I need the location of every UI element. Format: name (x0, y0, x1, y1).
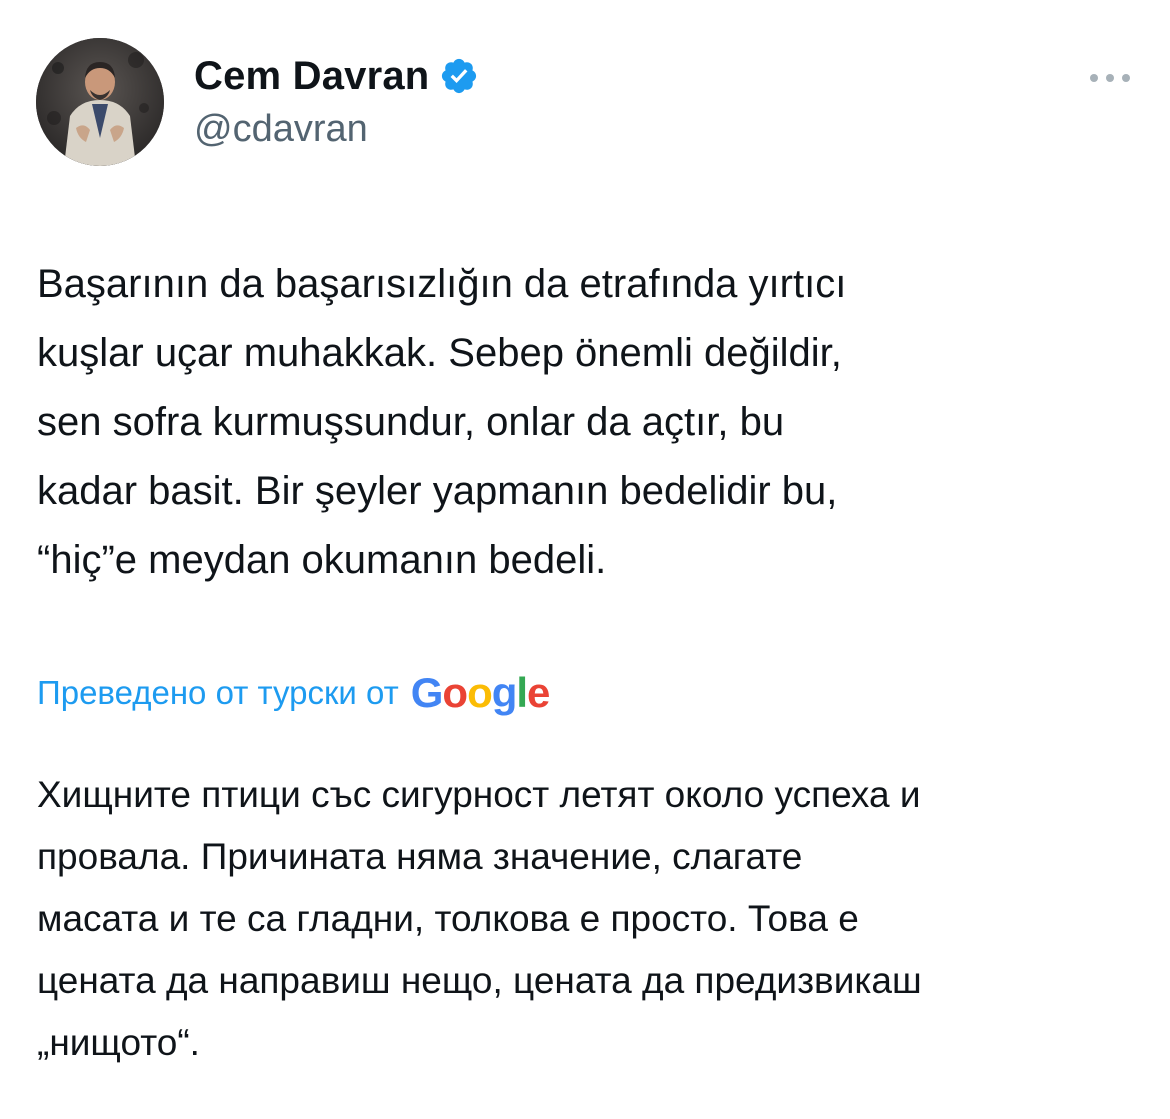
google-logo: Google (410, 665, 551, 721)
google-logo-letter: l (516, 669, 528, 716)
google-logo-letter: o (442, 669, 468, 716)
avatar-photo (36, 38, 164, 166)
more-horizontal-icon[interactable] (1086, 68, 1134, 88)
google-logo-letter: o (467, 669, 493, 716)
avatar[interactable] (36, 38, 164, 166)
tweet-text: Başarının da başarısızlığın da etrafında… (37, 262, 847, 582)
verified-badge-icon (439, 56, 479, 96)
display-name[interactable]: Cem Davran (194, 54, 429, 99)
translation-attribution[interactable]: Преведено от турски от Google (37, 665, 551, 721)
user-handle[interactable]: @cdavran (194, 108, 479, 151)
google-logo-letter: e (527, 669, 550, 716)
translated-text: Хищните птици със сигурност летят около … (37, 774, 922, 1063)
tweet-header: Cem Davran @cdavran (36, 38, 1134, 168)
google-logo-letter: G (410, 669, 444, 716)
translated-from-label[interactable]: Преведено от турски от (37, 674, 399, 712)
google-logo-letter: g (491, 669, 518, 716)
